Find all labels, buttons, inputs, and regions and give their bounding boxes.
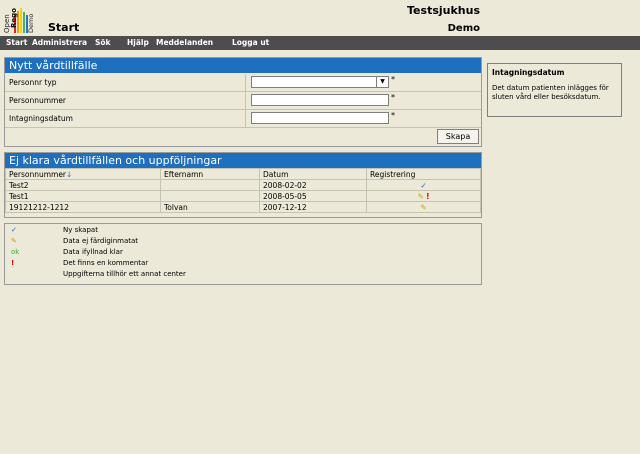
- nav-bar: Start Administrera Sök Hjälp Meddelanden…: [0, 36, 640, 50]
- table-row[interactable]: Test2 2008-02-02 ✓: [5, 179, 481, 191]
- cell-registrering: ✓: [366, 179, 481, 191]
- exclamation-icon: !: [11, 259, 15, 267]
- column-header-efternamn[interactable]: Efternamn: [160, 168, 260, 180]
- legend-text: Det finns en kommentar: [63, 259, 149, 267]
- legend-text: Data ej färdiginmatat: [63, 237, 139, 245]
- pencil-icon[interactable]: ✎: [420, 203, 426, 212]
- intagningsdatum-label: Intagningsdatum: [9, 114, 73, 123]
- required-mark: *: [391, 93, 395, 102]
- table-header-row: Personnummer↓ Efternamn Datum Registreri…: [5, 168, 481, 180]
- nav-hjalp[interactable]: Hjälp: [127, 38, 149, 47]
- nav-sok[interactable]: Sök: [95, 38, 111, 47]
- svg-text:Demo: Demo: [27, 14, 35, 33]
- open-rego-logo: Open Demo Rego: [3, 8, 35, 33]
- new-case-panel: Nytt vårdtillfälle Personnr typ ▼ * Pers…: [4, 57, 482, 147]
- cell-registrering: ✎ !: [366, 190, 481, 202]
- cell-personnummer[interactable]: Test1: [5, 190, 161, 202]
- divider: [245, 74, 246, 91]
- personnr-typ-select[interactable]: ▼: [251, 76, 389, 88]
- check-icon: ✓: [11, 226, 17, 234]
- table-row[interactable]: 19121212-1212 Tolvan 2007-12-12 ✎: [5, 201, 481, 213]
- pencil-icon[interactable]: ✎: [417, 192, 423, 201]
- ok-icon: ok: [11, 248, 20, 256]
- svg-text:Rego: Rego: [10, 8, 18, 28]
- nav-logga-ut[interactable]: Logga ut: [232, 38, 269, 47]
- legend-text: Data ifyllnad klar: [63, 248, 123, 256]
- column-header-registrering[interactable]: Registrering: [366, 168, 481, 180]
- form-row-personnummer: Personnummer *: [5, 92, 481, 110]
- legend-panel: ✓ Ny skapat ✎ Data ej färdiginmatat ok D…: [4, 223, 482, 285]
- column-header-datum[interactable]: Datum: [259, 168, 367, 180]
- pencil-icon: ✎: [11, 237, 17, 245]
- form-row-intagningsdatum: Intagningsdatum *: [5, 110, 481, 128]
- sort-arrow-icon[interactable]: ↓: [66, 170, 72, 179]
- check-icon[interactable]: ✓: [420, 181, 426, 190]
- table-row[interactable]: Test1 2008-05-05 ✎ !: [5, 190, 481, 202]
- required-mark: *: [391, 75, 395, 84]
- divider: [245, 110, 246, 127]
- environment-label: Demo: [447, 23, 480, 34]
- nav-start[interactable]: Start: [6, 38, 27, 47]
- pending-title: Ej klara vårdtillfällen och uppföljninga…: [5, 153, 481, 168]
- chevron-down-icon[interactable]: ▼: [376, 77, 388, 87]
- help-box: Intagningsdatum Det datum patienten inlä…: [487, 63, 622, 117]
- pending-table: Personnummer↓ Efternamn Datum Registreri…: [5, 168, 481, 213]
- intagningsdatum-input[interactable]: [251, 112, 389, 124]
- skapa-button[interactable]: Skapa: [437, 129, 479, 144]
- cell-efternamn: [160, 179, 260, 191]
- header: Open Demo Rego Start Testsjukhus Demo: [0, 0, 640, 36]
- cell-personnummer[interactable]: 19121212-1212: [5, 201, 161, 213]
- cell-datum: 2008-02-02: [259, 179, 367, 191]
- cell-datum: 2007-12-12: [259, 201, 367, 213]
- legend-text: Ny skapat: [63, 226, 98, 234]
- form-row-personnr-typ: Personnr typ ▼ *: [5, 74, 481, 92]
- personnr-typ-label: Personnr typ: [9, 78, 57, 87]
- required-mark: *: [391, 111, 395, 120]
- cell-personnummer[interactable]: Test2: [5, 179, 161, 191]
- cell-datum: 2008-05-05: [259, 190, 367, 202]
- pending-panel: Ej klara vårdtillfällen och uppföljninga…: [4, 152, 482, 218]
- personnummer-label: Personnummer: [9, 96, 67, 105]
- nav-administrera[interactable]: Administrera: [32, 38, 87, 47]
- personnummer-input[interactable]: [251, 94, 389, 106]
- cell-efternamn: Tolvan: [160, 201, 260, 213]
- cell-registrering: ✎: [366, 201, 481, 213]
- divider: [245, 92, 246, 109]
- page-title: Start: [48, 21, 80, 34]
- header-label: Personnummer: [9, 169, 67, 179]
- new-case-title: Nytt vårdtillfälle: [5, 58, 481, 73]
- cell-efternamn: [160, 190, 260, 202]
- exclamation-icon[interactable]: !: [426, 192, 429, 201]
- hospital-name: Testsjukhus: [407, 4, 480, 17]
- nav-meddelanden[interactable]: Meddelanden: [156, 38, 213, 47]
- help-text: Det datum patienten inlägges för sluten …: [492, 84, 609, 101]
- column-header-personnummer[interactable]: Personnummer↓: [5, 168, 161, 180]
- help-title: Intagningsdatum: [492, 68, 565, 77]
- legend-text: Uppgifterna tillhör ett annat center: [63, 270, 186, 278]
